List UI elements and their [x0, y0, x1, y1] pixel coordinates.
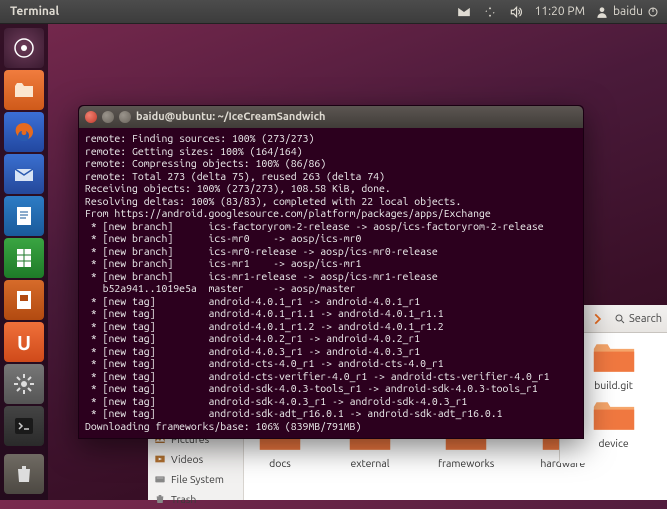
watermark: 博客	[641, 481, 661, 496]
terminal-icon[interactable]	[4, 406, 44, 446]
firefox-icon[interactable]	[4, 112, 44, 152]
terminal-title: baidu@ubuntu: ~/IceCreamSandwich	[136, 111, 325, 123]
impress-icon[interactable]	[4, 280, 44, 320]
mail-indicator[interactable]	[451, 0, 477, 23]
clock[interactable]: 11:20 PM	[529, 0, 591, 23]
search-icon	[614, 313, 626, 325]
top-panel: Terminal 11:20 PM baidu	[0, 0, 667, 24]
minimize-button[interactable]	[102, 111, 114, 123]
settings-icon[interactable]	[4, 364, 44, 404]
user-menu[interactable]: baidu	[591, 0, 667, 23]
network-indicator[interactable]	[477, 0, 503, 23]
terminal-titlebar[interactable]: baidu@ubuntu: ~/IceCreamSandwich	[79, 106, 583, 128]
folder-icon	[592, 341, 636, 375]
user-name: baidu	[613, 5, 643, 18]
folder-icon	[592, 399, 636, 433]
search-button[interactable]: Search	[614, 313, 662, 325]
active-app-title: Terminal	[0, 5, 69, 18]
software-center-icon[interactable]: U	[4, 322, 44, 362]
close-button[interactable]	[85, 111, 97, 123]
sidebar-item-trash[interactable]: Trash	[148, 489, 243, 509]
trash-icon[interactable]	[4, 454, 44, 494]
maximize-button[interactable]	[119, 111, 131, 123]
sidebar-item-videos[interactable]: Videos	[148, 449, 243, 469]
volume-indicator[interactable]	[503, 0, 529, 23]
dash-home-icon[interactable]	[4, 28, 44, 68]
terminal-window: baidu@ubuntu: ~/IceCreamSandwich remote:…	[78, 105, 584, 439]
writer-icon[interactable]	[4, 196, 44, 236]
user-icon	[595, 5, 609, 19]
trash-icon	[154, 493, 166, 505]
unity-launcher: U	[0, 24, 48, 500]
filesystem-icon	[154, 473, 166, 485]
calc-icon[interactable]	[4, 238, 44, 278]
sidebar-item-filesystem[interactable]: File System	[148, 469, 243, 489]
power-icon	[647, 5, 659, 19]
nautilus-icon[interactable]	[4, 70, 44, 110]
terminal-output[interactable]: remote: Finding sources: 100% (273/273) …	[79, 128, 583, 438]
videos-icon	[154, 453, 166, 465]
forward-button[interactable]	[588, 310, 606, 328]
thunderbird-icon[interactable]	[4, 154, 44, 194]
